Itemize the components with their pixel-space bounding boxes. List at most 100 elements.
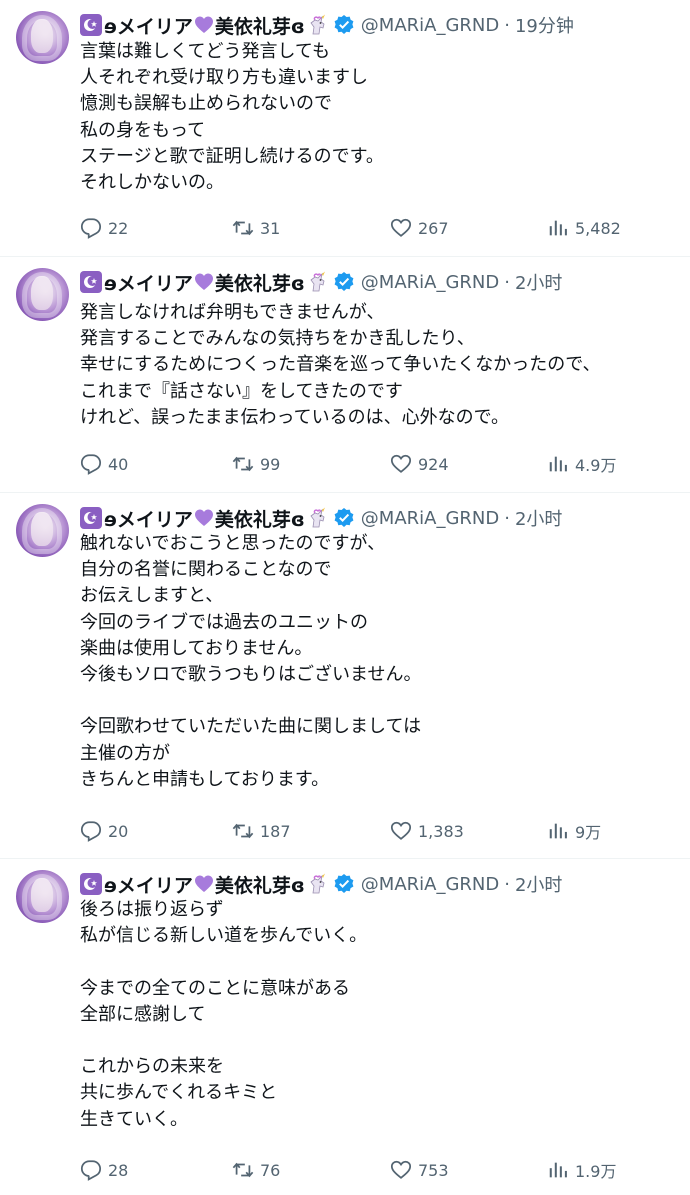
retweet-icon	[232, 456, 254, 472]
tweet-text: 発言しなければ弁明もできませんが、 発言することでみんなの気持ちをかき乱したり、…	[80, 302, 601, 428]
tweet[interactable]: ɘメイリア 美依礼芽ɞ @MARiA_GRND · 2小时 発言しなければ弁明も…	[0, 257, 690, 493]
reply-icon	[80, 218, 102, 239]
verified-badge-icon	[334, 874, 354, 893]
retweet-count: 187	[260, 821, 291, 841]
retweet-button[interactable]: 76	[232, 1158, 280, 1182]
retweet-button[interactable]: 99	[232, 452, 280, 476]
separator-dot: ·	[504, 271, 510, 293]
view-count: 5,482	[575, 218, 621, 238]
views-icon	[549, 1162, 567, 1178]
like-button[interactable]: 267	[390, 216, 449, 240]
reply-icon	[80, 821, 102, 842]
views-icon	[549, 823, 567, 839]
user-handle[interactable]: @MARiA_GRND	[361, 874, 499, 895]
purple-heart-icon	[194, 273, 213, 290]
views-button[interactable]: 9万	[547, 819, 601, 843]
heart-icon	[390, 454, 412, 473]
reply-count: 20	[108, 821, 129, 841]
display-name-part2[interactable]: 美依礼芽ɞ	[215, 269, 305, 296]
tweet-text: 言葉は難しくてどう発言しても 人それぞれ受け取り方も違いますし 憶測も誤解も止め…	[80, 41, 384, 194]
views-icon	[549, 456, 567, 472]
moon-star-icon	[80, 873, 102, 895]
avatar[interactable]	[16, 504, 69, 557]
tweet[interactable]: ɘメイリア 美依礼芽ɞ @MARiA_GRND · 19分钟 言葉は難しくてどう…	[0, 0, 690, 257]
retweet-button[interactable]: 31	[232, 216, 280, 240]
tweet-header: ɘメイリア 美依礼芽ɞ @MARiA_GRND · 2小时	[80, 503, 562, 533]
display-name-part2[interactable]: 美依礼芽ɞ	[215, 505, 305, 532]
views-button[interactable]: 4.9万	[547, 452, 616, 476]
display-name-part1[interactable]: ɘメイリア	[104, 269, 193, 296]
tweet-time[interactable]: 19分钟	[515, 12, 574, 38]
separator-dot: ·	[504, 14, 510, 36]
display-name-part1[interactable]: ɘメイリア	[104, 505, 193, 532]
retweet-count: 31	[260, 218, 281, 238]
unicorn-icon	[310, 14, 325, 35]
user-handle[interactable]: @MARiA_GRND	[361, 272, 499, 293]
verified-badge-icon	[334, 15, 354, 34]
tweet-time[interactable]: 2小时	[515, 505, 562, 531]
user-handle[interactable]: @MARiA_GRND	[361, 508, 499, 529]
like-button[interactable]: 1,383	[390, 819, 464, 843]
moon-star-icon	[80, 14, 102, 36]
tweet-actions: 20 187 1,383 9万	[80, 819, 640, 843]
unicorn-icon	[310, 271, 325, 292]
avatar[interactable]	[16, 11, 69, 64]
views-button[interactable]: 1.9万	[547, 1158, 616, 1182]
tweet-actions: 28 76 753 1.9万	[80, 1158, 640, 1182]
avatar[interactable]	[16, 870, 69, 923]
retweet-icon	[232, 1162, 254, 1178]
reply-button[interactable]: 22	[80, 216, 128, 240]
like-count: 753	[418, 1160, 449, 1180]
view-count: 9万	[575, 823, 602, 842]
unicorn-icon	[310, 507, 325, 528]
retweet-button[interactable]: 187	[232, 819, 291, 843]
reply-icon	[80, 1160, 102, 1181]
tweet-header: ɘメイリア 美依礼芽ɞ @MARiA_GRND · 19分钟	[80, 10, 574, 40]
tweet[interactable]: ɘメイリア 美依礼芽ɞ @MARiA_GRND · 2小时 後ろは振り返らず 私…	[0, 859, 690, 1195]
reply-icon	[80, 454, 102, 475]
tweet-text: 触れないでおこうと思ったのですが、 自分の名誉に関わることなので お伝えしますと…	[80, 533, 422, 790]
separator-dot: ·	[504, 873, 510, 895]
reply-button[interactable]: 28	[80, 1158, 128, 1182]
retweet-count: 99	[260, 454, 281, 474]
view-count: 4.9万	[575, 456, 617, 475]
tweet[interactable]: ɘメイリア 美依礼芽ɞ @MARiA_GRND · 2小时 触れないでおこうと思…	[0, 493, 690, 859]
verified-badge-icon	[334, 508, 354, 527]
reply-count: 40	[108, 454, 129, 474]
tweet-actions: 40 99 924 4.9万	[80, 452, 640, 476]
display-name-part2[interactable]: 美依礼芽ɞ	[215, 12, 305, 39]
reply-button[interactable]: 20	[80, 819, 128, 843]
display-name-part1[interactable]: ɘメイリア	[104, 871, 193, 898]
tweet-header: ɘメイリア 美依礼芽ɞ @MARiA_GRND · 2小时	[80, 869, 562, 899]
reply-count: 22	[108, 218, 129, 238]
tweet-time[interactable]: 2小时	[515, 269, 562, 295]
heart-icon	[390, 1160, 412, 1179]
tweet-header: ɘメイリア 美依礼芽ɞ @MARiA_GRND · 2小时	[80, 267, 562, 297]
like-button[interactable]: 753	[390, 1158, 449, 1182]
view-count: 1.9万	[575, 1162, 617, 1181]
display-name-part1[interactable]: ɘメイリア	[104, 12, 193, 39]
reply-button[interactable]: 40	[80, 452, 128, 476]
tweet-text: 後ろは振り返らず 私が信じる新しい道を歩んでいく。 今までの全てのことに意味があ…	[80, 899, 368, 1130]
like-count: 1,383	[418, 821, 464, 841]
moon-star-icon	[80, 507, 102, 529]
tweet-actions: 22 31 267 5,482	[80, 216, 640, 240]
timeline: ɘメイリア 美依礼芽ɞ @MARiA_GRND · 19分钟 言葉は難しくてどう…	[0, 0, 690, 1195]
user-handle[interactable]: @MARiA_GRND	[361, 15, 499, 36]
tweet-time[interactable]: 2小时	[515, 871, 562, 897]
purple-heart-icon	[194, 16, 213, 33]
purple-heart-icon	[194, 509, 213, 526]
like-count: 924	[418, 454, 449, 474]
unicorn-icon	[310, 873, 325, 894]
retweet-icon	[232, 220, 254, 236]
views-button[interactable]: 5,482	[547, 216, 621, 240]
retweet-count: 76	[260, 1160, 281, 1180]
views-icon	[549, 220, 567, 236]
reply-count: 28	[108, 1160, 129, 1180]
retweet-icon	[232, 823, 254, 839]
display-name-part2[interactable]: 美依礼芽ɞ	[215, 871, 305, 898]
avatar[interactable]	[16, 268, 69, 321]
heart-icon	[390, 218, 412, 237]
like-button[interactable]: 924	[390, 452, 449, 476]
separator-dot: ·	[504, 507, 510, 529]
